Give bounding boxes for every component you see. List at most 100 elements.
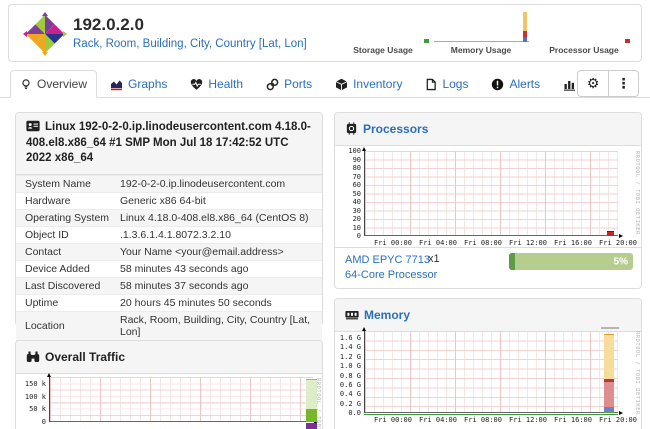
- cpu-usage-progressbar: 5%: [509, 253, 633, 270]
- row-value: Rack, Room, Building, City, Country [Lat…: [116, 312, 322, 340]
- y-axis-tick: 1.6 G: [335, 334, 361, 342]
- memory-total-line: [601, 327, 619, 329]
- overall-traffic-graph[interactable]: RRDTOOL / TOBI OETIKER 150 k100 k50 k0: [16, 374, 322, 429]
- memory-ram-icon: [345, 309, 359, 321]
- row-value: 20 hours 45 minutes 50 seconds: [116, 295, 322, 311]
- y-axis-tick: 30: [335, 207, 361, 215]
- y-axis-tick: 0.4 G: [335, 390, 361, 398]
- memory-panel: Memory RRDTOOL / TOBI OETIKER 1.6 G1.4 G…: [334, 298, 642, 429]
- tab-label: Health: [208, 77, 243, 91]
- y-axis-tick: 0.6 G: [335, 381, 361, 389]
- x-axis-tick: Fri 04:00: [419, 416, 457, 424]
- memory-used-bar: [604, 382, 614, 407]
- table-row: Uptime20 hours 45 minutes 50 seconds: [16, 294, 322, 311]
- tab-health[interactable]: Health: [180, 70, 253, 98]
- y-axis-tick: 1.4 G: [335, 343, 361, 351]
- centos-logo-icon: [23, 12, 67, 56]
- tab-label: Logs: [442, 77, 468, 91]
- y-axis-tick: 20: [335, 215, 361, 223]
- row-value: 58 minutes 37 seconds ago: [116, 278, 322, 294]
- area-chart-icon: [110, 78, 123, 91]
- processors-graph[interactable]: RRDTOOL / TOBI OETIKER 10090807060504030…: [335, 141, 641, 247]
- processor-usage-mark: [625, 39, 630, 43]
- device-tabbar: Overview Graphs Health Ports Inventory L…: [0, 70, 650, 98]
- y-axis-tick: 80: [335, 164, 361, 172]
- memory-plot-area: [364, 331, 618, 413]
- storage-usage-mark: [424, 39, 429, 43]
- table-row: LocationRack, Room, Building, City, Coun…: [16, 311, 322, 340]
- row-label: Device Added: [16, 261, 116, 277]
- tab-overview[interactable]: Overview: [10, 70, 97, 98]
- row-label: System Name: [16, 176, 116, 192]
- y-axis-tick: 60: [335, 181, 361, 189]
- table-row: Device Added58 minutes 43 seconds ago: [16, 260, 322, 277]
- device-header-panel: 192.0.2.0 Rack, Room, Building, City, Co…: [8, 4, 642, 62]
- y-axis-tick: 0: [16, 418, 46, 426]
- x-axis-tick: Fri 08:00: [464, 416, 502, 424]
- x-axis-tick: Fri 20:00: [599, 416, 637, 424]
- settings-gear-button[interactable]: ⚙: [577, 70, 608, 97]
- tab-label: Inventory: [353, 77, 402, 91]
- table-row: Operating SystemLinux 4.18.0-408.el8.x86…: [16, 209, 322, 226]
- row-label: Last Discovered: [16, 278, 116, 294]
- y-axis-tick: 1.0 G: [335, 362, 361, 370]
- table-row: System Name192-0-2-0.ip.linodeuserconten…: [16, 175, 322, 192]
- x-axis-tick: Fri 12:00: [509, 239, 547, 247]
- processor-usage-minigraph[interactable]: [536, 11, 632, 43]
- row-label: Contact: [16, 244, 116, 260]
- bar-chart-icon: [563, 78, 576, 91]
- lightbulb-icon: [20, 78, 32, 91]
- system-info-heading: Linux 192-0-2-0.ip.linodeusercontent.com…: [16, 113, 322, 175]
- cpu-name-line1: AMD EPYC 7713: [345, 254, 430, 266]
- x-axis-tick: Fri 16:00: [554, 239, 592, 247]
- tab-label: Ports: [284, 77, 312, 91]
- cpu-name-link[interactable]: AMD EPYC 7713 64-Core Processor: [345, 253, 437, 283]
- processor-usage-label: Processor Usage: [534, 45, 634, 55]
- memory-minigraph-spike-buffers: [523, 37, 527, 42]
- x-axis-tick: Fri 00:00: [374, 239, 412, 247]
- tab-label: Overview: [37, 77, 87, 91]
- y-axis-tick: 1.2 G: [335, 353, 361, 361]
- x-axis-tick: Fri 04:00: [419, 239, 457, 247]
- y-axis-tick: 40: [335, 198, 361, 206]
- row-value: Your Name <your@email.address>: [116, 244, 322, 260]
- address-card-icon: [26, 120, 40, 132]
- row-value: Generic x86 64-bit: [116, 193, 322, 209]
- y-axis-tick: 70: [335, 173, 361, 181]
- storage-usage-minigraph[interactable]: [336, 11, 432, 43]
- memory-graph[interactable]: RRDTOOL / TOBI OETIKER 1.6 G1.4 G1.2 G1.…: [335, 327, 641, 429]
- memory-title-link[interactable]: Memory: [364, 308, 410, 322]
- tab-label: Graphs: [128, 77, 167, 91]
- tab-graphs[interactable]: Graphs: [100, 70, 177, 98]
- more-options-kebab-button[interactable]: ⋮: [608, 70, 639, 97]
- y-axis-tick: 0.0: [335, 409, 361, 417]
- x-axis-tick: Fri 20:00: [599, 239, 637, 247]
- row-value: .1.3.6.1.4.1.8072.3.2.10: [116, 227, 322, 243]
- cpu-usage-bar: [607, 231, 614, 236]
- link-icon: [266, 78, 279, 91]
- y-axis-tick: 0.2 G: [335, 400, 361, 408]
- tab-logs[interactable]: Logs: [415, 70, 478, 98]
- y-axis-tick: 50: [335, 190, 361, 198]
- tab-ports[interactable]: Ports: [256, 70, 322, 98]
- x-axis-tick: Fri 16:00: [554, 416, 592, 424]
- device-location-link[interactable]: Rack, Room, Building, City, Country [Lat…: [73, 38, 307, 50]
- system-attribute-table: System Name192-0-2-0.ip.linodeuserconten…: [16, 175, 322, 357]
- table-row: Last Discovered58 minutes 37 seconds ago: [16, 277, 322, 294]
- table-row: ContactYour Name <your@email.address>: [16, 243, 322, 260]
- memory-free-bar: [604, 411, 614, 413]
- memory-usage-minigraph[interactable]: [434, 11, 530, 43]
- y-axis-tick: 100 k: [16, 393, 46, 401]
- y-axis-tick: 100: [335, 147, 361, 155]
- heartbeat-icon: [190, 78, 203, 91]
- storage-usage-label: Storage Usage: [343, 45, 423, 55]
- row-value: Linux 4.18.0-408.el8.x86_64 (CentOS 8): [116, 210, 322, 226]
- memory-cached-bar: [604, 334, 614, 379]
- tab-list: Overview Graphs Health Ports Inventory L…: [10, 70, 650, 98]
- tab-inventory[interactable]: Inventory: [325, 70, 412, 98]
- processors-title-link[interactable]: Processors: [363, 122, 428, 136]
- tab-alerts[interactable]: Alerts: [481, 70, 550, 98]
- cpu-count: x1: [428, 253, 440, 265]
- x-axis-tick: Fri 00:00: [374, 416, 412, 424]
- device-controls: ⚙ ⋮: [577, 70, 639, 97]
